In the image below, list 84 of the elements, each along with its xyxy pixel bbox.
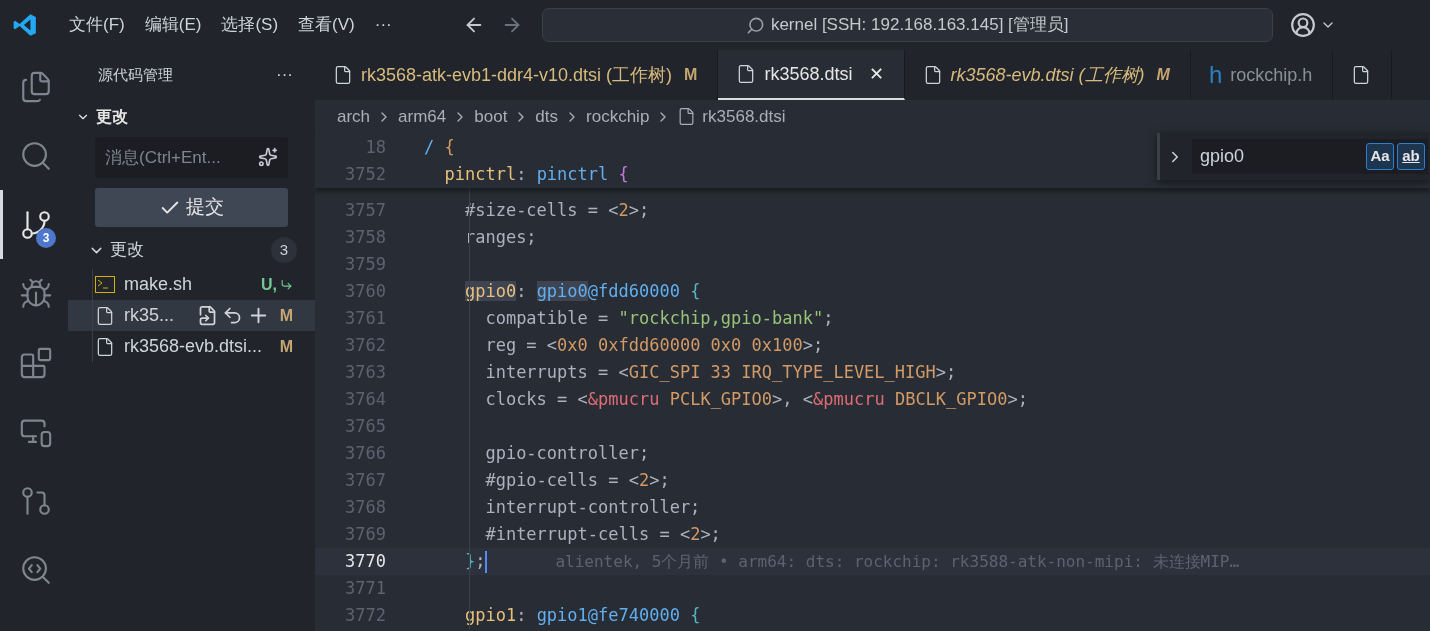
- line-number: 3759: [344, 252, 386, 276]
- file-name: rk35...: [124, 304, 176, 327]
- close-button[interactable]: ✕: [868, 60, 884, 88]
- file-row[interactable]: rk35... M: [68, 300, 315, 331]
- code-line: gpio-controller;: [484, 441, 650, 465]
- breadcrumb[interactable]: rk3568.dtsi: [702, 103, 786, 130]
- sparkle-icon[interactable]: [258, 147, 278, 167]
- file-name: make.sh: [124, 273, 194, 296]
- file-icon: [95, 305, 115, 326]
- file-status: M: [279, 305, 293, 326]
- code-line: clocks = <&pmucru PCLK_GPIO0>, <&pmucru DBCLK_GPIO0>;: [484, 387, 1028, 411]
- menu-item[interactable]: 选择(S): [212, 12, 288, 38]
- breadcrumb[interactable]: arch: [337, 103, 371, 130]
- section-header[interactable]: 更改: [68, 100, 315, 133]
- line-number: 3769: [344, 522, 386, 546]
- code-line: pinctrl: pinctrl {: [443, 162, 629, 186]
- code-line: compatible = "rockchip,gpio-bank";: [484, 306, 834, 330]
- breadcrumb[interactable]: rockchip: [586, 103, 650, 130]
- code-line: gpio0: gpio0@fdd60000 {: [463, 279, 701, 303]
- turn-arrow-icon: [280, 278, 293, 291]
- line-number: 3758: [344, 225, 386, 249]
- breadcrumb[interactable]: dts: [535, 103, 559, 130]
- file-icon: [95, 336, 115, 357]
- blocks-icon: [18, 345, 53, 380]
- code-line: interrupts = <GIC_SPI 33 IRQ_TYPE_LEVEL_HIGH>;: [484, 360, 957, 384]
- file-row[interactable]: rk3568-evb.dtsi... M: [68, 331, 315, 362]
- file-status: U,: [261, 274, 277, 295]
- bug-icon: [18, 276, 53, 311]
- tab-label: rk3568.dtsi: [764, 62, 853, 86]
- code-line: / {: [424, 135, 455, 159]
- accounts-icon[interactable]: [1289, 12, 1316, 38]
- breadcrumb[interactable]: arm64: [398, 103, 447, 130]
- line-number: 18: [364, 135, 386, 159]
- line-number: 3764: [344, 387, 386, 411]
- search-icon: [745, 15, 765, 35]
- menu-item[interactable]: 文件(F): [60, 12, 134, 38]
- file-name: rk3568-evb.dtsi...: [124, 335, 264, 358]
- file-icon: [333, 65, 353, 85]
- whole-word-toggle[interactable]: ab: [1397, 143, 1425, 170]
- command-center[interactable]: kernel [SSH: 192.168.163.145] [管理员]: [541, 8, 1273, 42]
- command-center-text: kernel [SSH: 192.168.163.145] [管理员]: [770, 14, 1069, 37]
- editor-tab[interactable]: rk3568-evb.dtsi (工作树) M: [904, 50, 1191, 100]
- code-line: #gpio-cells = <2>;: [484, 468, 670, 492]
- menu-item[interactable]: ···: [365, 12, 401, 38]
- match-case-toggle[interactable]: Aa: [1366, 143, 1394, 170]
- code-line: reg = <0x0 0xfdd60000 0x0 0x100>;: [484, 333, 824, 357]
- tab-label: rk3568-evb.dtsi (工作树): [950, 63, 1145, 87]
- line-number: 3763: [344, 360, 386, 384]
- code-line: gpio1: gpio1@fe740000 {: [463, 603, 701, 627]
- modified-status: M: [684, 65, 698, 85]
- code-line: ranges;: [463, 225, 537, 249]
- file-status: M: [279, 336, 293, 357]
- line-number: 3770: [344, 549, 386, 573]
- line-number: 3752: [344, 162, 386, 186]
- header-file-icon: h: [1208, 57, 1223, 93]
- editor-tab[interactable]: h rockchip.h: [1190, 50, 1334, 100]
- menu-item[interactable]: 查看(V): [289, 12, 364, 38]
- breadcrumb[interactable]: boot: [474, 103, 508, 130]
- line-number: 3762: [344, 333, 386, 357]
- tab-label: rk3568-atk-evb1-ddr4-v10.dtsi (工作树): [361, 63, 673, 87]
- line-number: 3760: [344, 279, 386, 303]
- code-line: #interrupt-cells = <2>;: [484, 522, 721, 546]
- line-number: 3771: [344, 576, 386, 600]
- sidebar-title: 源代码管理: [98, 64, 173, 85]
- app-logo-icon[interactable]: [12, 12, 38, 38]
- line-number: 3765: [344, 414, 386, 438]
- terminal-icon: [95, 276, 115, 293]
- more-button[interactable]: ···: [276, 62, 293, 88]
- line-number: 3761: [344, 306, 386, 330]
- count-badge: 3: [36, 228, 56, 248]
- line-number: 3767: [344, 468, 386, 492]
- editor-tab[interactable]: rk3568.dtsi ✕: [718, 50, 905, 100]
- modified-status: M: [1156, 65, 1170, 85]
- line-number: 3772: [344, 603, 386, 627]
- line-number: 3766: [344, 441, 386, 465]
- line-number: 3757: [344, 198, 386, 222]
- message-field[interactable]: 消息(Ctrl+Ent...: [95, 137, 288, 178]
- commit-button[interactable]: 提交: [95, 188, 288, 227]
- changes-group[interactable]: 更改 3: [68, 235, 315, 265]
- code-line: interrupt-controller;: [484, 495, 701, 519]
- line-number: 3768: [344, 495, 386, 519]
- tab-label: rockchip.h: [1230, 63, 1313, 87]
- code-line: #size-cells = <2>;: [463, 198, 650, 222]
- menu-item[interactable]: 编辑(E): [135, 12, 211, 38]
